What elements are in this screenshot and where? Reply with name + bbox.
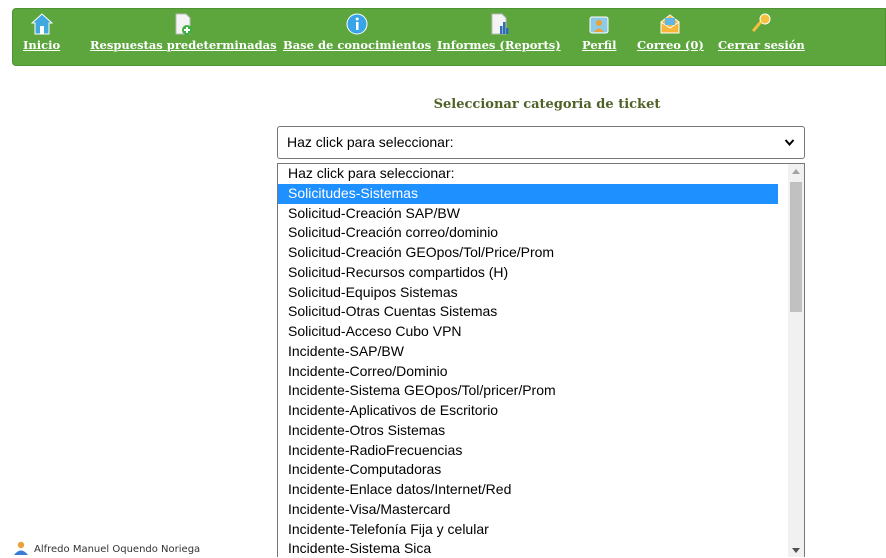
user-icon xyxy=(13,541,29,558)
nav-informes[interactable]: Informes (Reports) xyxy=(437,9,561,67)
dropdown-option[interactable]: Solicitud-Creación GEOpos/Tol/Price/Prom xyxy=(278,243,778,263)
nav-label: Base de conocimientos xyxy=(283,38,432,52)
nav-label: Cerrar sesión xyxy=(718,38,805,52)
scrollbar-thumb[interactable] xyxy=(790,182,802,312)
mail-icon xyxy=(659,11,681,37)
nav-respuestas-predeterminadas[interactable]: Respuestas predeterminadas xyxy=(90,9,277,67)
dropdown-option[interactable]: Incidente-SAP/BW xyxy=(278,342,778,362)
dropdown-option[interactable]: Solicitud-Otras Cuentas Sistemas xyxy=(278,302,778,322)
nav-label: Informes (Reports) xyxy=(437,38,561,52)
dropdown-option[interactable]: Solicitud-Acceso Cubo VPN xyxy=(278,322,778,342)
add-document-icon xyxy=(172,11,194,37)
dropdown-option[interactable]: Incidente-Telefonía Fija y celular xyxy=(278,520,778,540)
category-select[interactable]: Haz click para seleccionar: xyxy=(277,126,805,159)
profile-icon xyxy=(588,11,610,37)
nav-perfil[interactable]: Perfil xyxy=(582,9,616,67)
home-icon xyxy=(30,11,53,37)
dropdown-option[interactable]: Solicitud-Recursos compartidos (H) xyxy=(278,263,778,283)
dropdown-option[interactable]: Solicitud-Creación SAP/BW xyxy=(278,204,778,224)
user-name: Alfredo Manuel Oquendo Noriega xyxy=(34,544,201,555)
dropdown-option[interactable]: Incidente-Correo/Dominio xyxy=(278,362,778,382)
page-title: Seleccionar categoria de ticket xyxy=(433,97,661,112)
logged-in-user: Alfredo Manuel Oquendo Noriega xyxy=(13,541,200,558)
nav-base-de-conocimientos[interactable]: Base de conocimientos xyxy=(283,9,431,67)
report-chart-icon xyxy=(488,11,510,37)
dropdown-option[interactable]: Incidente-Enlace datos/Internet/Red xyxy=(278,480,778,500)
scroll-down-arrow-icon[interactable] xyxy=(792,548,800,553)
category-dropdown-list[interactable]: Haz click para seleccionar: Solicitudes-S… xyxy=(277,163,805,557)
nav-label: Respuestas predeterminadas xyxy=(90,38,277,52)
dropdown-option[interactable]: Incidente-Aplicativos de Escritorio xyxy=(278,401,778,421)
dropdown-option[interactable]: Haz click para seleccionar: xyxy=(278,164,778,184)
dropdown-option[interactable]: Incidente-Visa/Mastercard xyxy=(278,500,778,520)
dropdown-option[interactable]: Solicitud-Equipos Sistemas xyxy=(278,283,778,303)
info-icon xyxy=(346,11,368,37)
dropdown-option[interactable]: Incidente-Sistema Sica xyxy=(278,539,778,557)
select-value: Haz click para seleccionar: xyxy=(287,134,454,150)
dropdown-option[interactable]: Incidente-Sistema GEOpos/Tol/pricer/Prom xyxy=(278,381,778,401)
dropdown-option[interactable]: Incidente-Otros Sistemas xyxy=(278,421,778,441)
key-icon xyxy=(750,11,772,37)
dropdown-option[interactable]: Solicitud-Creación correo/dominio xyxy=(278,223,778,243)
nav-inicio[interactable]: Inicio xyxy=(23,9,60,67)
top-navigation-bar: Inicio Respuestas predeterminadas Base d… xyxy=(12,8,886,66)
nav-label: Perfil xyxy=(582,38,617,52)
dropdown-scrollbar[interactable] xyxy=(788,164,804,557)
nav-cerrar-sesion[interactable]: Cerrar sesión xyxy=(718,9,805,67)
nav-label: Correo (0) xyxy=(637,38,704,52)
scroll-up-arrow-icon[interactable] xyxy=(792,169,800,174)
dropdown-option[interactable]: Incidente-RadioFrecuencias xyxy=(278,441,778,461)
dropdown-option[interactable]: Incidente-Computadoras xyxy=(278,460,778,480)
nav-correo[interactable]: Correo (0) xyxy=(637,9,704,67)
dropdown-option[interactable]: Solicitudes-Sistemas xyxy=(278,183,778,204)
nav-label: Inicio xyxy=(23,38,61,52)
